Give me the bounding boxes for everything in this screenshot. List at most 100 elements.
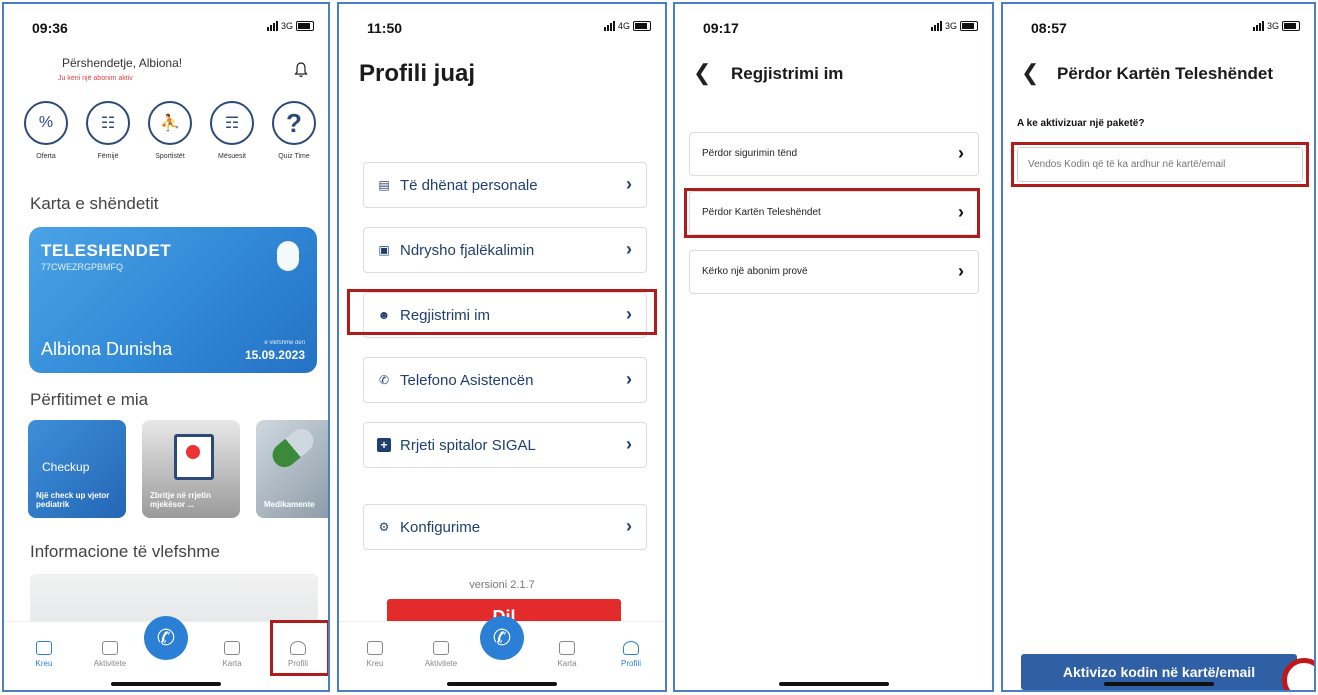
home-indicator — [447, 682, 557, 686]
menu-label: Ndrysho fjalëkalimin — [400, 242, 535, 259]
question-icon: ? — [272, 101, 316, 145]
page-title: Profili juaj — [359, 60, 476, 87]
battery-icon — [296, 21, 314, 31]
menu-label: Telefono Asistencën — [400, 372, 534, 389]
version-label: versioni 2.1.7 — [469, 579, 535, 591]
benefit-label: Zbritje në rrjetin mjekësor ... — [150, 491, 211, 510]
signal-indicator: 3G — [1252, 21, 1300, 31]
card-code: 77CWEZRGPBMFQ — [41, 262, 124, 272]
benefit-label: Medikamente — [264, 500, 315, 510]
health-card[interactable]: TELESHENDET 77CWEZRGPBMFQ Albiona Dunish… — [29, 227, 317, 373]
calendar-icon — [102, 641, 118, 655]
tab-profili[interactable]: Profili — [268, 641, 328, 668]
greeting-subtitle: Ju keni një abonim aktiv — [58, 75, 133, 82]
option-trial[interactable]: Kërko një abonim provë › — [689, 250, 979, 294]
tab-label: Profili — [287, 659, 308, 668]
category-femije[interactable]: ☷ Fëmijë — [78, 101, 138, 160]
tab-kreu[interactable]: Kreu — [345, 641, 405, 668]
tab-label: Profili — [620, 659, 641, 668]
status-time: 11:50 — [367, 20, 403, 36]
tab-kreu[interactable]: Kreu — [14, 641, 74, 668]
id-card-icon: ▤ — [378, 178, 390, 192]
greeting: Përshendetje, Albiona! — [62, 56, 183, 70]
menu-hospital-network[interactable]: + Rrjeti spitalor SIGAL › — [363, 422, 647, 468]
network-type: 3G — [1266, 21, 1279, 31]
category-label: Sportistët — [155, 153, 185, 160]
gear-icon: ⚙ — [378, 520, 390, 534]
teacher-icon: ☶ — [210, 101, 254, 145]
menu-personal-data[interactable]: ▤ Të dhënat personale › — [363, 162, 647, 208]
option-label: Përdor Kartën Teleshëndet — [702, 207, 821, 218]
benefit-label: Një check up vjetor pediatrik — [36, 491, 110, 510]
chevron-right-icon: › — [626, 239, 632, 259]
tab-karta[interactable]: Karta — [537, 641, 597, 668]
status-time: 09:36 — [32, 20, 68, 36]
menu-label: Rrjeti spitalor SIGAL — [400, 437, 536, 454]
chevron-right-icon: › — [958, 143, 964, 163]
home-indicator — [1103, 682, 1214, 686]
user-check-icon: ☻ — [377, 308, 391, 322]
category-quiz-time[interactable]: ? Quiz Time — [264, 101, 324, 160]
option-use-insurance[interactable]: Përdor sigurimin tënd › — [689, 132, 979, 176]
option-use-card[interactable]: Përdor Kartën Teleshëndet › — [689, 191, 979, 235]
status-bar: 11:50 4G — [339, 4, 665, 38]
book-icon: ☷ — [86, 101, 130, 145]
tab-bar: Kreu Aktivitete ✆ Karta Profili — [4, 616, 328, 690]
option-label: Përdor sigurimin tënd — [702, 148, 798, 159]
chevron-right-icon: › — [958, 261, 964, 281]
tab-aktivitete[interactable]: Aktivitete — [80, 641, 140, 668]
bell-icon[interactable] — [294, 62, 308, 78]
lock-icon: ▣ — [378, 243, 390, 257]
status-bar: 09:36 3G — [4, 4, 328, 38]
signal-indicator: 4G — [603, 21, 651, 31]
tab-karta[interactable]: Karta — [202, 641, 262, 668]
menu-call-assistance[interactable]: ✆ Telefono Asistencën › — [363, 357, 647, 403]
menu-registration[interactable]: ☻ Regjistrimi im › — [363, 292, 647, 338]
user-icon — [623, 641, 639, 655]
status-time: 09:17 — [703, 20, 739, 36]
back-chevron-icon[interactable]: ❮ — [1021, 60, 1039, 86]
signal-icon — [266, 21, 278, 31]
category-oferta[interactable]: % Oferta — [16, 101, 76, 160]
battery-icon — [633, 21, 651, 31]
pill-icon — [267, 424, 319, 472]
menu-change-password[interactable]: ▣ Ndrysho fjalëkalimin › — [363, 227, 647, 273]
home-icon — [36, 641, 52, 655]
call-button[interactable]: ✆ — [480, 616, 524, 660]
calendar-icon — [433, 641, 449, 655]
tab-label: Aktivitete — [424, 659, 458, 668]
menu-settings[interactable]: ⚙ Konfigurime › — [363, 504, 647, 550]
back-chevron-icon[interactable]: ❮ — [693, 60, 711, 86]
benefit-discount[interactable]: Zbritje në rrjetin mjekësor ... — [142, 420, 240, 518]
call-button[interactable]: ✆ — [144, 616, 188, 660]
category-carousel: % Oferta ☷ Fëmijë ⛹ Sportistët ☶ Mësuesi… — [16, 101, 328, 171]
chevron-right-icon: › — [626, 434, 632, 454]
option-label: Kërko një abonim provë — [702, 266, 808, 277]
phone-icon: ✆ — [378, 373, 390, 387]
benefit-medicines[interactable]: Medikamente — [256, 420, 328, 518]
tab-aktivitete[interactable]: Aktivitete — [411, 641, 471, 668]
category-label: Fëmijë — [97, 153, 119, 160]
page-title: Përdor Kartën Teleshëndet — [1057, 64, 1274, 83]
menu-label: Regjistrimi im — [400, 307, 490, 324]
card-section-title: Karta e shëndetit — [30, 194, 159, 213]
category-sportistet[interactable]: ⛹ Sportistët — [140, 101, 200, 160]
chevron-right-icon: › — [958, 202, 964, 222]
clipboard-icon — [174, 434, 214, 480]
info-title: Informacione të vlefshme — [30, 542, 220, 561]
activation-code-input[interactable] — [1017, 147, 1303, 182]
category-mesuesit[interactable]: ☶ Mësuesit — [202, 101, 262, 160]
tab-label: Karta — [222, 659, 242, 668]
chevron-right-icon: › — [626, 516, 632, 536]
status-time: 08:57 — [1031, 20, 1067, 36]
tab-label: Karta — [557, 659, 577, 668]
home-indicator — [778, 682, 889, 686]
menu-label: Konfigurime — [400, 519, 481, 536]
category-label: Quiz Time — [278, 153, 310, 160]
benefit-checkup[interactable]: Checkup Një check up vjetor pediatrik — [28, 420, 126, 518]
battery-icon — [960, 21, 978, 31]
tab-profili[interactable]: Profili — [601, 641, 661, 668]
network-type: 3G — [944, 21, 957, 31]
status-bar: 08:57 3G — [1003, 4, 1314, 38]
signal-icon — [1252, 21, 1264, 31]
